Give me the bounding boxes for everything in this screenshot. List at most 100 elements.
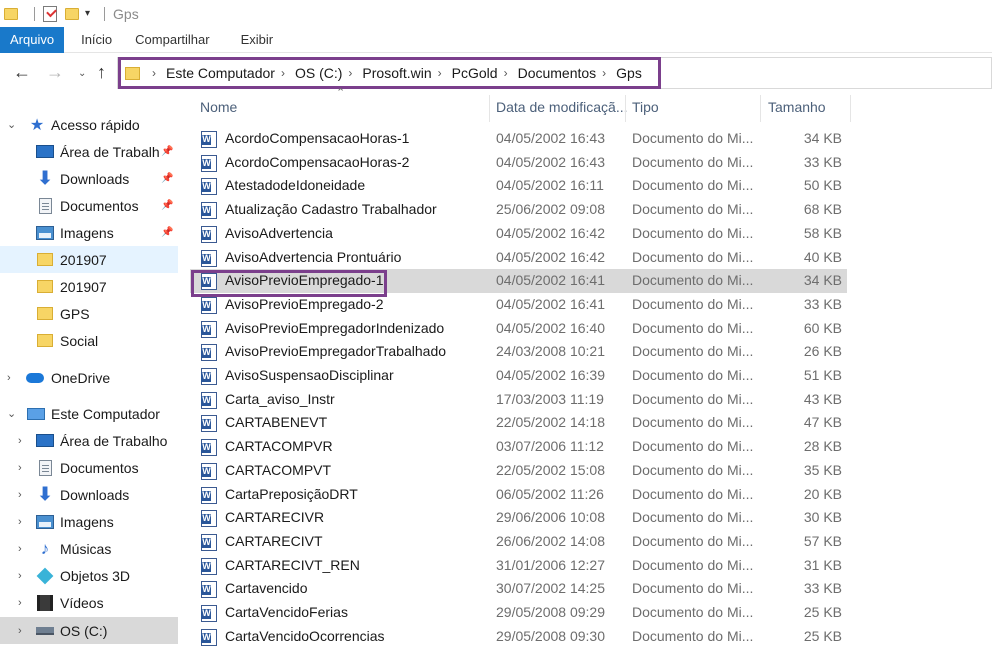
sidebar-item-acesso-rapido[interactable]: ⌄ ★ Acesso rápido bbox=[0, 111, 178, 138]
file-row[interactable]: CARTACOMPVT 22/05/2002 15:08 Documento do … bbox=[190, 459, 847, 483]
chevron-right-icon[interactable]: › bbox=[438, 66, 442, 80]
tab-inicio[interactable]: Início bbox=[64, 27, 129, 53]
sidebar-item-201907[interactable]: 201907 bbox=[0, 246, 178, 273]
breadcrumb-documentos[interactable]: Documentos bbox=[518, 65, 597, 81]
file-row[interactable]: Carta_aviso_Instr 17/03/2003 11:19 Documen… bbox=[190, 388, 847, 412]
sidebar-item-pc-documentos[interactable]: › Documentos bbox=[0, 454, 178, 481]
file-row[interactable]: AcordoCompensacaoHoras-1 04/05/2002 16:43… bbox=[190, 127, 847, 151]
file-row[interactable]: CARTACOMPVR 03/07/2006 11:12 Documento do … bbox=[190, 435, 847, 459]
breadcrumb-os-c[interactable]: OS (C:) bbox=[295, 65, 342, 81]
chevron-right-icon[interactable]: › bbox=[504, 66, 508, 80]
chevron-right-icon[interactable]: › bbox=[18, 570, 22, 582]
file-row[interactable]: AvisoPrevioEmpregadorTrabalhado 24/03/200… bbox=[190, 340, 847, 364]
sidebar-item-201907-b[interactable]: 201907 bbox=[0, 273, 178, 300]
sidebar-item-pc-downloads[interactable]: › ⬇ Downloads bbox=[0, 481, 178, 508]
file-row[interactable]: AtestadodeIdoneidade 04/05/2002 16:11 Docu… bbox=[190, 174, 847, 198]
file-row[interactable]: AcordoCompensacaoHoras-2 04/05/2002 16:43… bbox=[190, 151, 847, 175]
divider bbox=[104, 6, 106, 21]
column-header-name[interactable]: Nome bbox=[200, 95, 237, 122]
file-row[interactable]: CartaPreposiçãoDRT 06/05/2002 11:26 Docume… bbox=[190, 483, 847, 507]
chevron-down-icon[interactable]: ⌄ bbox=[7, 407, 16, 420]
sidebar-item-label: Imagens bbox=[60, 513, 114, 530]
sidebar-item-este-computador[interactable]: ⌄ Este Computador bbox=[0, 400, 178, 427]
chevron-right-icon[interactable]: › bbox=[18, 435, 22, 447]
sidebar-item-pc-musicas[interactable]: › ♪ Músicas bbox=[0, 535, 178, 562]
file-row[interactable]: CARTARECIVT 26/06/2002 14:08 Documento do … bbox=[190, 530, 847, 554]
recent-locations-chevron-icon[interactable]: ⌄ bbox=[78, 68, 86, 79]
tab-arquivo[interactable]: Arquivo bbox=[0, 27, 65, 53]
chevron-right-icon[interactable]: › bbox=[18, 543, 22, 555]
address-breadcrumb[interactable]: › Este Computador › OS (C:) › Prosoft.wi… bbox=[118, 57, 661, 89]
chevron-right-icon[interactable]: › bbox=[7, 372, 11, 384]
column-header-type[interactable]: Tipo bbox=[632, 95, 659, 122]
breadcrumb-prosoft[interactable]: Prosoft.win bbox=[362, 65, 431, 81]
chevron-right-icon[interactable]: › bbox=[18, 597, 22, 609]
new-folder-icon[interactable] bbox=[65, 7, 79, 20]
sidebar-item-onedrive[interactable]: › OneDrive bbox=[0, 364, 178, 391]
column-header-size[interactable]: Tamanho bbox=[768, 95, 826, 122]
file-date-modified: 22/05/2002 14:18 bbox=[496, 414, 605, 431]
up-arrow-icon[interactable]: ↑ bbox=[97, 62, 106, 83]
file-row[interactable]: AvisoPrevioEmpregado-2 04/05/2002 16:41 Do… bbox=[190, 293, 847, 317]
file-row[interactable]: AvisoAdvertencia Prontuário 04/05/2002 16… bbox=[190, 246, 847, 270]
chevron-down-icon[interactable]: ⌄ bbox=[7, 118, 16, 131]
tab-exibir[interactable]: Exibir bbox=[227, 27, 288, 53]
pin-icon[interactable]: 📌 bbox=[161, 200, 173, 211]
chevron-right-icon[interactable]: › bbox=[18, 516, 22, 528]
word-document-icon bbox=[201, 628, 217, 646]
sidebar-item-documentos[interactable]: Documentos 📌 bbox=[0, 192, 178, 219]
file-date-modified: 29/05/2008 09:30 bbox=[496, 627, 605, 644]
column-header-date[interactable]: Data de modificaçã... bbox=[496, 95, 628, 122]
file-row[interactable]: CartaVencidoFerias 29/05/2008 09:29 Docume… bbox=[190, 601, 847, 625]
forward-arrow-icon[interactable]: → bbox=[46, 62, 64, 83]
pin-icon[interactable]: 📌 bbox=[161, 146, 173, 157]
sidebar-item-imagens[interactable]: Imagens 📌 bbox=[0, 219, 178, 246]
sidebar-item-pc-imagens[interactable]: › Imagens bbox=[0, 508, 178, 535]
file-row[interactable]: CartaVencidoOcorrencias 29/05/2008 09:30 D… bbox=[190, 625, 847, 649]
column-divider[interactable] bbox=[489, 95, 490, 122]
sidebar-item-pc-objetos-3d[interactable]: › Objetos 3D bbox=[0, 562, 178, 589]
pin-icon[interactable]: 📌 bbox=[161, 173, 173, 184]
file-row[interactable]: CARTARECIVR 29/06/2006 10:08 Documento do … bbox=[190, 506, 847, 530]
customize-toolbar-dropdown-icon[interactable]: ▾ bbox=[85, 8, 90, 19]
properties-icon[interactable] bbox=[43, 5, 57, 22]
tab-compartilhar[interactable]: Compartilhar bbox=[129, 27, 226, 53]
word-document-icon bbox=[201, 486, 217, 504]
chevron-right-icon[interactable]: › bbox=[348, 66, 352, 80]
breadcrumb-pcgold[interactable]: PcGold bbox=[452, 65, 498, 81]
column-divider[interactable] bbox=[625, 95, 626, 122]
file-row[interactable]: AvisoPrevioEmpregadorIndenizado 04/05/200… bbox=[190, 317, 847, 341]
chevron-right-icon[interactable]: › bbox=[18, 625, 22, 637]
sidebar-item-gps[interactable]: GPS bbox=[0, 300, 178, 327]
file-row[interactable]: Cartavencido 30/07/2002 14:25 Documento do… bbox=[190, 577, 847, 601]
chevron-right-icon[interactable]: › bbox=[18, 489, 22, 501]
column-divider[interactable] bbox=[850, 95, 851, 122]
word-document-icon bbox=[201, 131, 217, 148]
sidebar-item-social[interactable]: Social bbox=[0, 327, 178, 354]
file-row[interactable]: AvisoAdvertencia 04/05/2002 16:42 Document… bbox=[190, 222, 847, 246]
chevron-right-icon[interactable]: › bbox=[281, 66, 285, 80]
breadcrumb-gps[interactable]: Gps bbox=[616, 65, 642, 81]
column-divider[interactable] bbox=[760, 95, 761, 122]
word-document-icon bbox=[201, 391, 217, 409]
download-arrow-icon: ⬇ bbox=[37, 484, 53, 504]
sidebar-item-pc-videos[interactable]: › Vídeos bbox=[0, 589, 178, 616]
chevron-right-icon[interactable]: › bbox=[152, 66, 156, 80]
sidebar-item-downloads[interactable]: ⬇ Downloads 📌 bbox=[0, 165, 178, 192]
sidebar-item-area-de-trabalho[interactable]: Área de Trabalho 📌 bbox=[0, 138, 178, 165]
breadcrumb-este-computador[interactable]: Este Computador bbox=[166, 65, 275, 81]
file-row[interactable]: CARTARECIVT_REN 31/01/2006 12:27 Documento… bbox=[190, 554, 847, 578]
folder-icon bbox=[36, 333, 54, 349]
file-row[interactable]: Atualização Cadastro Trabalhador 25/06/20… bbox=[190, 198, 847, 222]
chevron-right-icon[interactable]: › bbox=[602, 66, 606, 80]
pin-icon[interactable]: 📌 bbox=[161, 227, 173, 238]
file-row[interactable]: AvisoSuspensaoDisciplinar 04/05/2002 16:3… bbox=[190, 364, 847, 388]
sidebar-item-pc-os-c[interactable]: › OS (C:) bbox=[0, 617, 178, 644]
back-arrow-icon[interactable]: ← bbox=[13, 62, 31, 83]
file-type: Documento do Mi... bbox=[632, 485, 754, 502]
file-size: 51 KB bbox=[803, 367, 842, 383]
chevron-right-icon[interactable]: › bbox=[18, 462, 22, 474]
sidebar-item-pc-area-de-trabalho[interactable]: › Área de Trabalho bbox=[0, 427, 178, 454]
file-row[interactable]: CARTABENEVT 22/05/2002 14:18 Documento do … bbox=[190, 411, 847, 435]
file-row[interactable]: AvisoPrevioEmpregado-1 04/05/2002 16:41 Do… bbox=[190, 269, 847, 294]
